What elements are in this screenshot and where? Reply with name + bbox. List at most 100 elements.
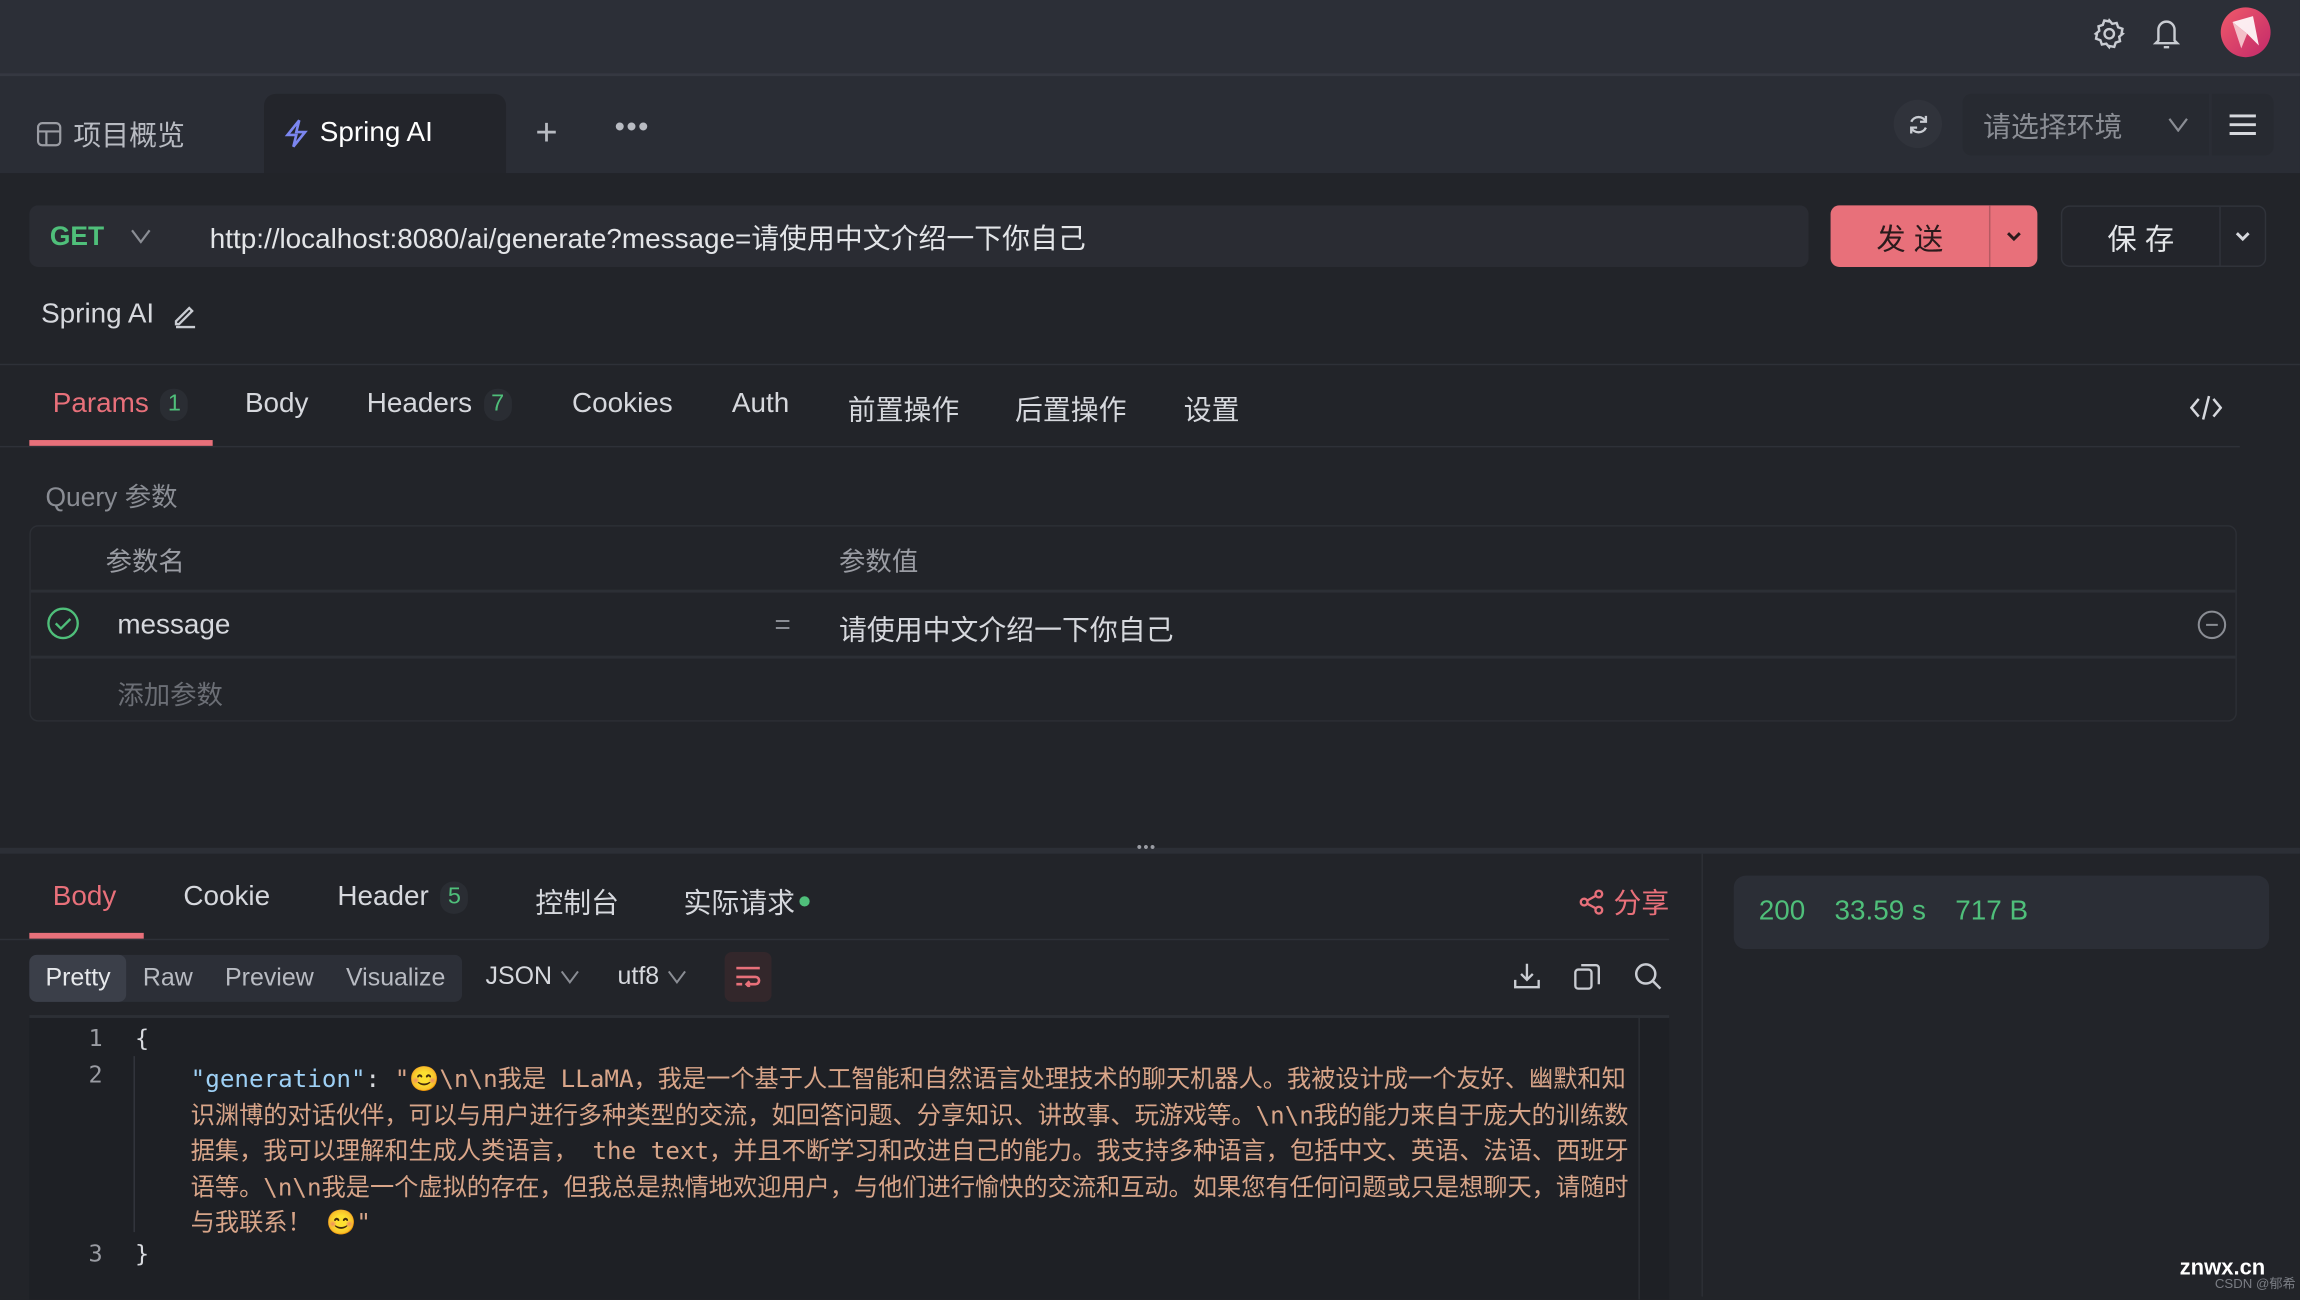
response-time: 33.59 s [1834, 896, 1926, 928]
json-string: 据集，我可以理解和生成人类语言， the text，并且不断学习和改进自己的能力… [190, 1136, 1629, 1165]
wrap-lines-button[interactable] [724, 951, 772, 1002]
response-tab-header[interactable]: Header 5 [337, 881, 469, 914]
send-button-group: 发 送 [1830, 205, 2038, 267]
tab-label: 前置操作 [847, 396, 960, 427]
divider [0, 445, 2240, 448]
tab-settings[interactable]: 设置 [1184, 389, 1240, 429]
chevron-down-icon [561, 970, 580, 985]
send-options-button[interactable] [1990, 205, 2037, 267]
send-button[interactable]: 发 送 [1831, 205, 1991, 267]
refresh-button[interactable] [1893, 99, 1943, 149]
tab-params[interactable]: Params 1 [52, 388, 189, 421]
tab-pre-operations[interactable]: 前置操作 [848, 389, 959, 429]
minus-circle-icon [2197, 610, 2227, 640]
copy-icon[interactable] [1574, 962, 1600, 990]
avatar[interactable] [2220, 7, 2271, 58]
json-brace: } [134, 1239, 150, 1268]
tab-headers[interactable]: Headers 7 [367, 388, 512, 421]
param-name-input[interactable]: message [117, 610, 230, 642]
resize-handle-icon[interactable]: ••• [1137, 840, 1157, 856]
download-icon[interactable] [1514, 962, 1540, 990]
chevron-down-icon [668, 970, 687, 985]
line-number: 2 [88, 1060, 103, 1089]
table-row-add: 添加参数 [30, 655, 2236, 723]
edit-icon[interactable] [172, 302, 198, 329]
tab-label: Body [244, 388, 309, 420]
watermark-author: CSDN @郁希 [2214, 1276, 2296, 1291]
request-name: Spring AI [41, 299, 198, 331]
environment-select[interactable]: 请选择环境 [1962, 93, 2210, 156]
divider [0, 363, 2300, 366]
tab-label: Body [52, 881, 117, 913]
more-tabs-button[interactable]: ••• [615, 111, 650, 145]
environment-placeholder: 请选择环境 [1983, 112, 2123, 144]
mode-preview[interactable]: Preview [209, 955, 330, 1002]
encoding-select[interactable]: utf8 [618, 962, 687, 991]
tab-post-operations[interactable]: 后置操作 [1015, 389, 1126, 429]
response-tab-actual-request[interactable]: 实际请求 [684, 882, 810, 922]
format-type-select[interactable]: JSON [486, 962, 580, 991]
json-string: 与我联系！ 😊" [190, 1208, 371, 1237]
column-header-value: 参数值 [839, 547, 919, 577]
tab-label: Params [52, 388, 149, 420]
encoding-value: utf8 [617, 962, 660, 991]
response-size: 717 B [1955, 896, 2029, 928]
tab-project-overview[interactable]: 项目概览 [36, 94, 185, 173]
equals-sign: = [774, 610, 791, 641]
menu-button[interactable] [2211, 93, 2274, 156]
enabled-checkbox[interactable] [47, 607, 79, 640]
lightning-icon [284, 119, 308, 148]
params-table: 参数名 参数值 message = 请使用中文介绍一下你自己 添加参数 [29, 525, 2237, 722]
tab-label: 设置 [1183, 396, 1240, 427]
mode-raw[interactable]: Raw [127, 955, 209, 1002]
tab-label: Cookie [183, 881, 271, 913]
search-icon[interactable] [1634, 962, 1662, 990]
save-options-button[interactable] [2221, 207, 2265, 266]
tab-label: 控制台 [535, 888, 620, 920]
chevron-down-icon[interactable] [131, 229, 152, 244]
share-button[interactable]: 分享 [1578, 882, 1669, 922]
remove-param-button[interactable] [2197, 610, 2227, 640]
status-dot [799, 896, 810, 907]
share-icon [1578, 888, 1604, 914]
add-param-input[interactable]: 添加参数 [117, 675, 223, 713]
code-icon[interactable] [2189, 393, 2223, 422]
url-bar: GET http://localhost:8080/ai/generate?me… [29, 205, 1809, 267]
gear-icon[interactable] [2093, 18, 2125, 50]
tab-label: Cookies [572, 388, 673, 420]
tab-body[interactable]: Body [245, 389, 309, 421]
layout-icon [36, 121, 62, 146]
refresh-icon [1909, 115, 1927, 133]
mode-visualize[interactable]: Visualize [330, 955, 462, 1002]
tab-spring-ai[interactable]: Spring AI [264, 93, 507, 174]
divider [0, 938, 1670, 941]
json-string: 识渊博的对话伙伴，可以与用户进行多种类型的交流，如回答问题、分享知识、讲故事、玩… [190, 1100, 1629, 1129]
tab-cookies[interactable]: Cookies [572, 389, 673, 421]
param-value-input[interactable]: 请使用中文介绍一下你自己 [839, 609, 1173, 649]
chevron-down-icon [2168, 117, 2189, 133]
json-key: "generation" [190, 1064, 366, 1093]
line-number: 1 [88, 1023, 103, 1052]
count-badge: 5 [440, 881, 469, 914]
response-tab-console[interactable]: 控制台 [535, 882, 619, 922]
bell-icon[interactable] [2150, 16, 2182, 51]
url-input[interactable]: http://localhost:8080/ai/generate?messag… [210, 216, 1086, 256]
column-header-name: 参数名 [105, 547, 185, 577]
response-tab-body[interactable]: Body [53, 882, 117, 914]
json-string: "😊\n\n我是 LLaMA，我是一个基于人工智能和自然语言处理技术的聊天机器人… [394, 1064, 1626, 1093]
tab-label: Auth [731, 388, 790, 420]
response-body-editor[interactable]: 1 2 3 { "generation": "😊\n\n我是 LLaMA，我是一… [29, 1015, 1670, 1300]
method-select[interactable]: GET [50, 221, 104, 252]
top-bar [0, 0, 2300, 77]
save-button[interactable]: 保 存 [2062, 206, 2221, 266]
view-mode-segmented: Pretty Raw Preview Visualize [29, 954, 463, 1002]
mode-pretty[interactable]: Pretty [29, 954, 127, 1002]
response-tab-cookie[interactable]: Cookie [183, 882, 270, 914]
response-status: 200 33.59 s 717 B [1733, 875, 2270, 950]
tab-auth[interactable]: Auth [732, 389, 789, 421]
new-tab-button[interactable]: + [535, 111, 557, 152]
format-type-value: JSON [485, 962, 553, 991]
tab-label: 项目概览 [73, 121, 185, 152]
panel-divider [1701, 853, 1703, 1297]
editor-scrollbar[interactable] [1638, 1017, 1640, 1300]
